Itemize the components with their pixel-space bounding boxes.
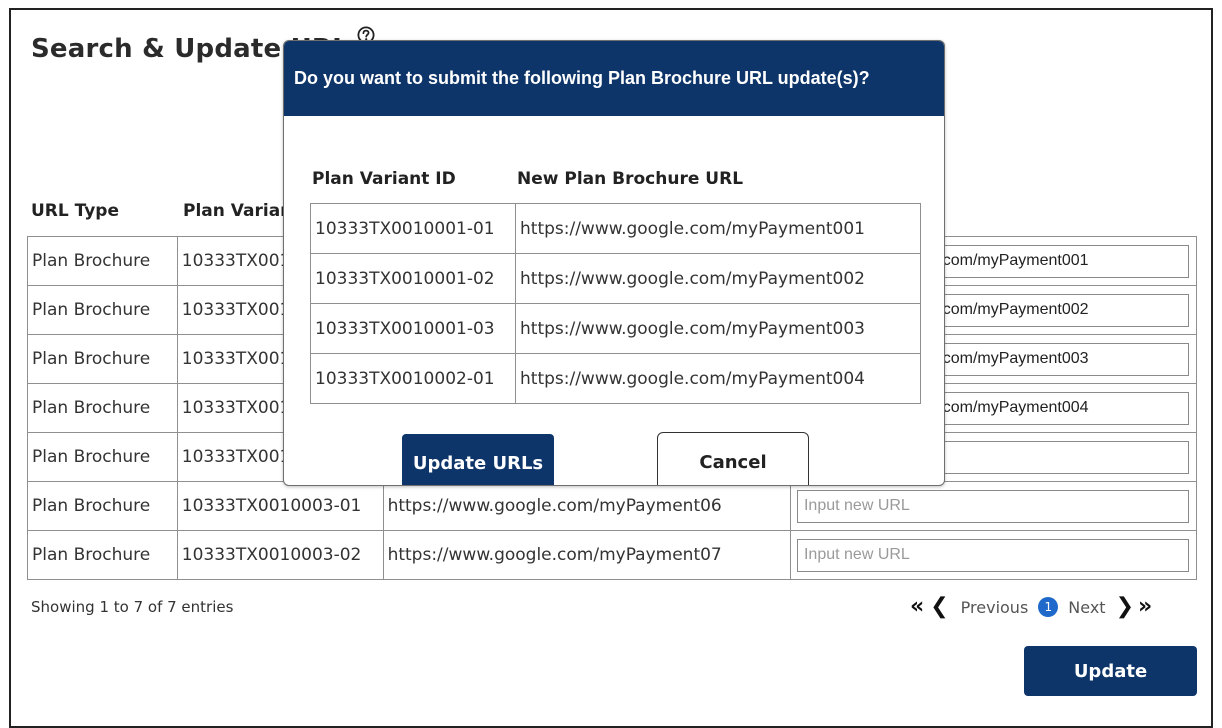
cell-url-type: Plan Brochure	[27, 432, 178, 482]
table-row: Plan Brochure 10333TX0010003-01 https://ww…	[27, 481, 1198, 531]
cell-current-url: https://www.google.com/myPayment07	[382, 530, 791, 580]
new-url-input[interactable]: Input new URL	[796, 489, 1189, 523]
cell-url-type: Plan Brochure	[27, 530, 178, 580]
modal-cell-new-url: https://www.google.com/myPayment002	[515, 253, 921, 304]
table-row: Plan Brochure 10333TX0010003-02 https://ww…	[27, 530, 1198, 580]
modal-title: Do you want to submit the following Plan…	[284, 41, 944, 116]
modal-cell-plan-variant: 10333TX0010001-02	[310, 253, 516, 304]
page-number-current[interactable]: 1	[1038, 597, 1059, 617]
modal-row: 10333TX0010002-01 https://www.google.com/…	[310, 353, 921, 404]
cell-url-type: Plan Brochure	[27, 285, 178, 335]
new-url-input[interactable]: Input new URL	[796, 538, 1189, 572]
modal-row: 10333TX0010001-03 https://www.google.com/…	[310, 303, 921, 354]
cell-url-type: Plan Brochure	[27, 383, 178, 433]
modal-cell-new-url: https://www.google.com/myPayment004	[515, 353, 921, 404]
double-chevron-right-icon[interactable]: »	[1138, 596, 1152, 618]
modal-col-plan-variant: Plan Variant ID	[312, 169, 456, 189]
cell-current-url: https://www.google.com/myPayment06	[382, 481, 791, 531]
modal-cell-plan-variant: 10333TX0010001-01	[310, 203, 516, 254]
previous-link[interactable]: Previous	[961, 598, 1029, 617]
cell-plan-variant: 10333TX0010003-01	[176, 481, 384, 531]
chevron-left-icon[interactable]: ❮	[930, 596, 948, 618]
modal-row: 10333TX0010001-01 https://www.google.com/…	[310, 203, 921, 254]
next-link[interactable]: Next	[1068, 598, 1105, 617]
col-header-url-type: URL Type	[31, 201, 120, 221]
modal-col-new-url: New Plan Brochure URL	[517, 169, 744, 189]
confirm-update-modal: Do you want to submit the following Plan…	[283, 40, 945, 486]
cell-plan-variant: 10333TX0010003-02	[176, 530, 384, 580]
double-chevron-left-icon[interactable]: «	[910, 596, 924, 618]
cell-new-url: Input new URL	[789, 481, 1198, 531]
cell-url-type: Plan Brochure	[27, 334, 178, 384]
modal-cell-plan-variant: 10333TX0010001-03	[310, 303, 516, 354]
update-urls-button[interactable]: Update URLs	[402, 434, 554, 485]
modal-table: 10333TX0010001-01 https://www.google.com/…	[310, 203, 921, 404]
entries-info: Showing 1 to 7 of 7 entries	[31, 598, 234, 616]
cancel-button[interactable]: Cancel	[657, 432, 809, 485]
pagination: « ❮ Previous 1 Next ❯ »	[910, 593, 1152, 621]
modal-cell-new-url: https://www.google.com/myPayment003	[515, 303, 921, 354]
cell-url-type: Plan Brochure	[27, 481, 178, 531]
chevron-right-icon[interactable]: ❯	[1116, 596, 1134, 618]
cell-url-type: Plan Brochure	[27, 236, 178, 286]
update-button[interactable]: Update	[1024, 646, 1197, 696]
modal-cell-plan-variant: 10333TX0010002-01	[310, 353, 516, 404]
modal-row: 10333TX0010001-02 https://www.google.com/…	[310, 253, 921, 304]
cell-new-url: Input new URL	[789, 530, 1198, 580]
modal-cell-new-url: https://www.google.com/myPayment001	[515, 203, 921, 254]
